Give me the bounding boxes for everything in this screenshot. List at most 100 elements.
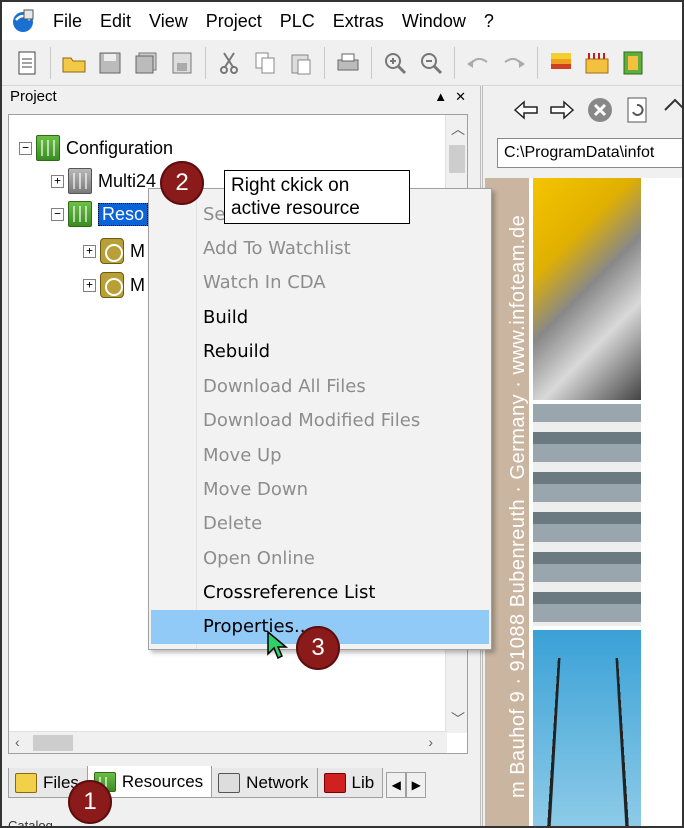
robot-arm-photo [533,178,641,400]
zoom-in-icon[interactable] [380,48,410,78]
tab-network[interactable]: Network [211,768,318,798]
task-icon [100,238,124,264]
menu-file[interactable]: File [44,2,91,40]
tree-label-task-2: M [130,274,145,295]
back-arrow-icon[interactable] [513,95,539,125]
menu-item-move-down[interactable]: Move Down [151,473,489,507]
brochure-image: m Bauhof 9 · 91088 Bubenreuth · Germany … [485,178,682,826]
toolbar-separator [205,46,206,79]
menu-edit[interactable]: Edit [91,2,140,40]
tab-scroll-right-icon[interactable]: ▶ [406,772,427,798]
expand-icon[interactable]: + [51,174,64,188]
app-window: File Edit View Project PLC Extras Window… [0,0,684,828]
toolbar-separator [50,46,51,79]
save-icon[interactable] [95,48,125,78]
banner-address-text: m Bauhof 9 · 91088 Bubenreuth · Germany … [507,214,529,798]
redo-icon[interactable] [499,48,529,78]
menu-bar: File Edit View Project PLC Extras Window… [2,2,682,40]
panel-close-icon[interactable]: ✕ [455,86,466,108]
expand-icon[interactable]: + [83,278,96,292]
toolbar-separator [371,46,372,79]
menu-window[interactable]: Window [393,2,475,40]
tab-scroll-arrows: ◀ ▶ [386,772,427,798]
menu-item-watch-in-cda[interactable]: Watch In CDA [151,266,489,300]
panel-title: Project [10,88,57,105]
zoom-out-icon[interactable] [416,48,446,78]
plc-icon[interactable] [582,48,612,78]
tree-label-resource: Reso [98,202,149,226]
horizontal-scroll-thumb[interactable] [33,735,73,751]
scroll-up-icon[interactable]: ︿ [451,119,465,139]
new-icon[interactable] [12,48,42,78]
task-icon [100,272,124,298]
home-icon[interactable] [660,95,682,125]
tree-horizontal-scrollbar[interactable]: ‹ › [9,731,447,753]
menu-help[interactable]: ? [475,2,503,40]
undo-icon[interactable] [463,48,493,78]
power-tower-photo [533,630,641,826]
tab-resources-label: Resources [121,771,204,791]
step-badge-3: 3 [296,626,340,670]
tree-item-task-1[interactable]: + M [83,236,145,266]
stack-icon[interactable] [546,48,576,78]
menu-item-add-to-watchlist[interactable]: Add To Watchlist [151,232,489,266]
address-field[interactable]: C:\ProgramData\infot [497,138,682,168]
menu-view[interactable]: View [140,2,197,40]
resource-tree-icon [68,201,92,227]
resource-icon[interactable] [618,48,648,78]
panel-pin-icon[interactable]: ▲ [434,86,447,108]
multi24-icon [68,168,92,194]
menu-extras[interactable]: Extras [324,2,393,40]
menu-item-build[interactable]: Build [151,301,489,335]
panel-controls: ▲ ✕ [434,86,466,108]
menu-plc[interactable]: PLC [271,2,324,40]
tree-item-multi24[interactable]: + Multi24 [51,166,156,196]
tree-item-task-2[interactable]: + M [83,270,145,300]
factory-line-photo [533,404,641,626]
stop-icon[interactable] [586,95,614,125]
save-all-icon[interactable] [131,48,161,78]
scroll-down-icon[interactable]: ﹀ [451,709,465,729]
browser-pane: C:\ProgramData\infot m Bauhof 9 · 91088 … [480,86,682,826]
tab-scroll-left-icon[interactable]: ◀ [386,772,407,798]
app-icon[interactable] [10,8,36,34]
vertical-scroll-thumb[interactable] [449,145,465,173]
configuration-icon [36,135,60,161]
tree-label-task-1: M [130,240,145,261]
mouse-cursor-icon [266,630,290,662]
toolbar-separator [537,46,538,79]
collapse-icon[interactable]: − [51,207,64,221]
toolbar-separator [324,46,325,79]
menu-item-move-up[interactable]: Move Up [151,439,489,473]
step-badge-1: 1 [68,780,112,824]
scroll-left-icon[interactable]: ‹ [15,734,20,750]
menu-project[interactable]: Project [197,2,271,40]
cut-icon[interactable] [214,48,244,78]
instruction-callout: Right ckick on active resource [224,170,410,224]
power-tower-shape [546,658,630,826]
save-as-icon[interactable] [167,48,197,78]
paste-icon[interactable] [286,48,316,78]
copy-icon[interactable] [250,48,280,78]
menu-item-download-modified-files[interactable]: Download Modified Files [151,404,489,438]
scroll-right-icon[interactable]: › [428,734,433,750]
menu-item-open-online[interactable]: Open Online [151,542,489,576]
print-icon[interactable] [333,48,363,78]
forward-arrow-icon[interactable] [549,95,575,125]
collapse-icon[interactable]: − [19,141,32,155]
context-menu: Set Add To Watchlist Watch In CDA Build … [148,188,492,650]
tree-item-configuration[interactable]: − Configuration [19,133,173,163]
tree-label-configuration: Configuration [66,137,174,158]
toolbar-separator [454,46,455,79]
expand-icon[interactable]: + [83,244,96,258]
tab-lib[interactable]: Lib [316,768,384,798]
refresh-icon[interactable] [624,95,650,125]
menu-item-download-all-files[interactable]: Download All Files [151,370,489,404]
menu-item-crossreference-list[interactable]: Crossreference List [151,576,489,610]
tree-item-resource[interactable]: − Reso [51,199,149,229]
tab-lib-label: Lib [351,772,375,792]
menu-item-rebuild[interactable]: Rebuild [151,335,489,369]
menu-item-delete[interactable]: Delete [151,507,489,541]
open-folder-icon[interactable] [59,48,89,78]
panel-title-bar: Project ▲ ✕ [4,86,472,108]
